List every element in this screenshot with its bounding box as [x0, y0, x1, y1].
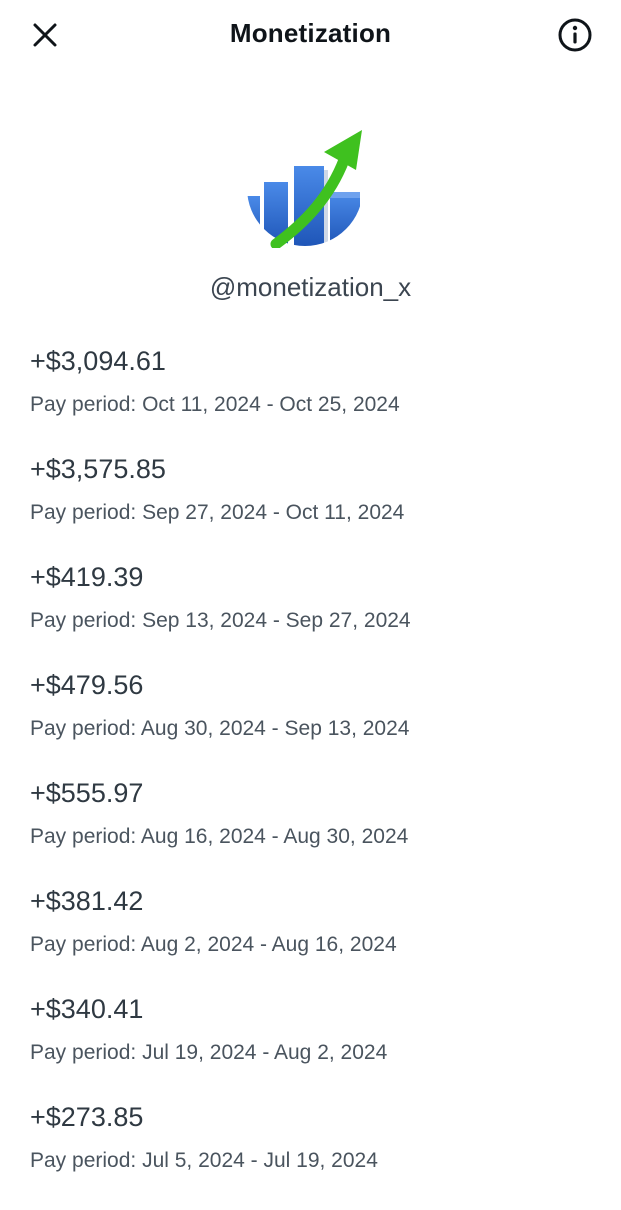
- growth-chart-logo-icon: [247, 130, 362, 250]
- payout-period: Pay period: Aug 16, 2024 - Aug 30, 2024: [30, 825, 409, 848]
- payout-item: +$273.85 Pay period: Jul 5, 2024 - Jul 1…: [30, 1102, 600, 1210]
- payout-amount: +$419.39: [30, 562, 144, 592]
- payout-period: Pay period: Oct 11, 2024 - Oct 25, 2024: [30, 393, 400, 416]
- payout-item: +$479.56 Pay period: Aug 30, 2024 - Sep …: [30, 670, 600, 778]
- payout-item: +$419.39 Pay period: Sep 13, 2024 - Sep …: [30, 562, 600, 670]
- top-bar: Monetization: [0, 0, 621, 72]
- payout-period: Pay period: Aug 2, 2024 - Aug 16, 2024: [30, 933, 397, 956]
- info-button[interactable]: [556, 16, 594, 54]
- payout-period: Pay period: Jul 19, 2024 - Aug 2, 2024: [30, 1041, 388, 1064]
- payout-item: +$3,094.61 Pay period: Oct 11, 2024 - Oc…: [30, 346, 600, 454]
- profile-handle: @monetization_x: [209, 272, 412, 302]
- payout-period: Pay period: Sep 13, 2024 - Sep 27, 2024: [30, 609, 411, 632]
- page-title: Monetization: [229, 18, 392, 48]
- payout-item: +$555.97 Pay period: Aug 16, 2024 - Aug …: [30, 778, 600, 886]
- payout-amount: +$273.85: [30, 1102, 144, 1132]
- payout-amount: +$3,575.85: [30, 454, 166, 484]
- payout-amount: +$555.97: [30, 778, 144, 808]
- profile-avatar[interactable]: [240, 126, 370, 250]
- payout-period: Pay period: Jul 5, 2024 - Jul 19, 2024: [30, 1149, 378, 1172]
- payout-amount: +$340.41: [30, 994, 144, 1024]
- payout-period: Pay period: Sep 27, 2024 - Oct 11, 2024: [30, 501, 405, 524]
- payout-item: +$381.42 Pay period: Aug 2, 2024 - Aug 1…: [30, 886, 600, 994]
- info-icon: [558, 18, 592, 52]
- payout-amount: +$3,094.61: [30, 346, 166, 376]
- payout-period: Pay period: Aug 30, 2024 - Sep 13, 2024: [30, 717, 410, 740]
- payout-amount: +$381.42: [30, 886, 144, 916]
- payout-list: +$3,094.61 Pay period: Oct 11, 2024 - Oc…: [30, 346, 600, 1210]
- payout-item: +$3,575.85 Pay period: Sep 27, 2024 - Oc…: [30, 454, 600, 562]
- payout-amount: +$479.56: [30, 670, 144, 700]
- payout-item: +$340.41 Pay period: Jul 19, 2024 - Aug …: [30, 994, 600, 1102]
